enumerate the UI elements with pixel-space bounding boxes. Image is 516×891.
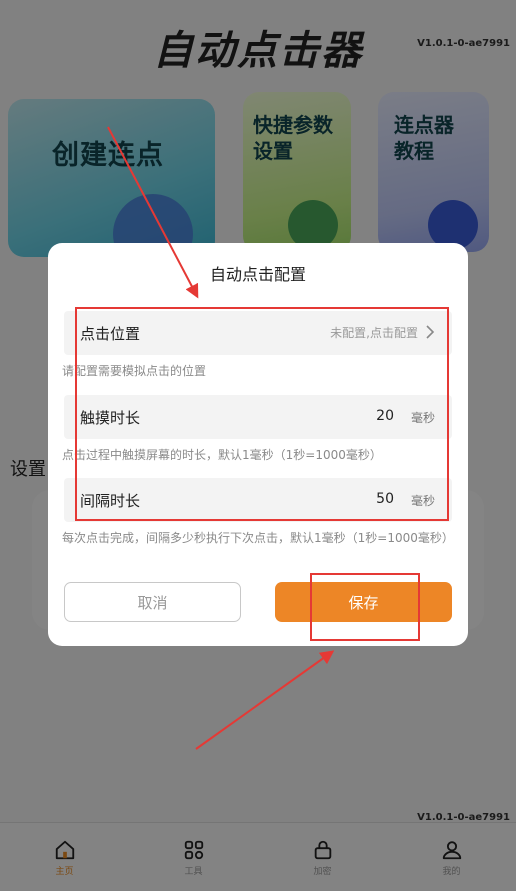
touch-duration-label: 触摸时长 <box>80 409 141 427</box>
chevron-right-icon <box>426 325 435 339</box>
interval-duration-unit: 毫秒 <box>410 494 435 508</box>
dialog-title: 自动点击配置 <box>209 265 306 284</box>
touch-duration-unit: 毫秒 <box>410 411 435 425</box>
touch-duration-row: 触摸时长 20 毫秒 <box>64 395 452 439</box>
interval-duration-value[interactable]: 50 <box>376 491 394 507</box>
touch-duration-value[interactable]: 20 <box>376 408 394 424</box>
click-position-hint: 未配置,点击配置 <box>330 326 418 340</box>
interval-duration-desc: 每次点击完成，间隔多少秒执行下次点击，默认1毫秒（1秒=1000毫秒） <box>62 531 454 545</box>
click-position-desc: 请配置需要模拟点击的位置 <box>62 364 207 378</box>
touch-duration-desc: 点击过程中触摸屏幕的时长，默认1毫秒（1秒=1000毫秒） <box>62 448 382 462</box>
save-button[interactable]: 保存 <box>275 582 452 622</box>
interval-duration-row: 间隔时长 50 毫秒 <box>64 478 452 522</box>
interval-duration-label: 间隔时长 <box>80 492 141 510</box>
click-position-label: 点击位置 <box>80 325 141 343</box>
cancel-button[interactable]: 取消 <box>64 582 241 622</box>
auto-click-config-dialog: 自动点击配置 点击位置 未配置,点击配置 请配置需要模拟点击的位置 触摸时长 2… <box>48 243 468 646</box>
click-position-row[interactable]: 点击位置 未配置,点击配置 <box>64 311 452 355</box>
